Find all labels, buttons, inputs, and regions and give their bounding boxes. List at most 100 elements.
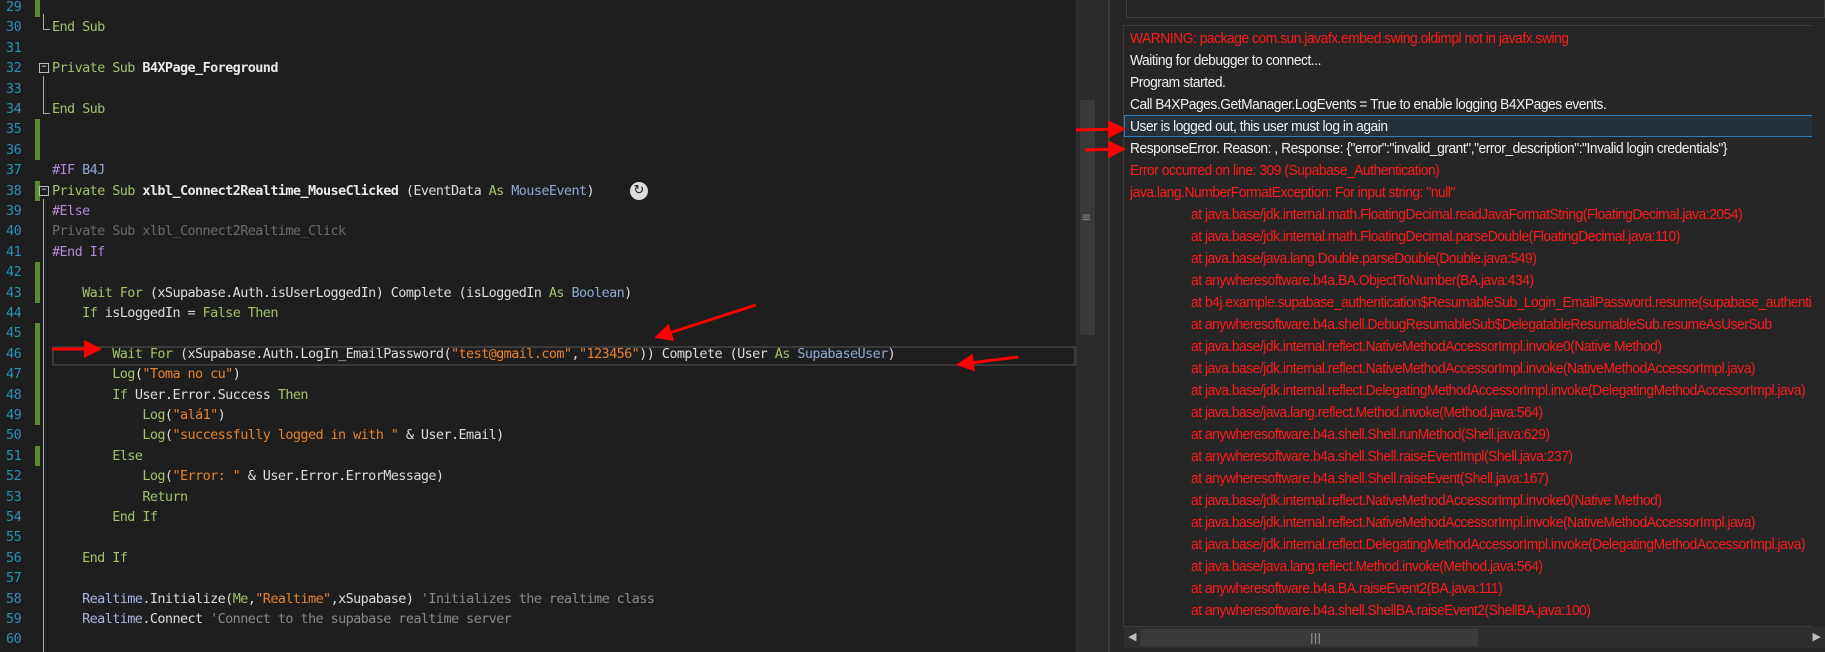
code-text: Realtime.Initialize(Me,"Realtime",xSupab… <box>52 589 1072 609</box>
code-token: #End If <box>52 243 105 260</box>
code-token: Then <box>277 386 309 403</box>
code-line[interactable]: 44 If isLoggedIn = False Then <box>0 303 410 323</box>
code-token: As <box>488 182 512 199</box>
code-token: ) <box>586 182 595 199</box>
code-line[interactable]: 50 Log("successfully logged in with " & … <box>0 425 504 445</box>
line-number: 40 <box>6 223 22 240</box>
log-vertical-scrollbar[interactable] <box>1812 25 1825 627</box>
log-line[interactable]: WARNING: package com.sun.javafx.embed.sw… <box>1130 28 1569 50</box>
code-line[interactable]: 32 − Private Sub B4XPage_Foreground <box>0 58 410 78</box>
code-line[interactable]: 52 Log("Error: " & User.Error.ErrorMessa… <box>0 466 444 486</box>
code-line[interactable]: 47 Log("Toma no cu") <box>0 364 410 385</box>
code-line[interactable]: 40 Private Sub xlbl_Connect2Realtime_Clic… <box>0 221 410 241</box>
code-text: If User.Error.Success Then <box>52 385 1072 405</box>
log-line[interactable]: ResponseError. Reason: , Response: {"err… <box>1130 138 1728 160</box>
code-line[interactable]: 33 <box>0 79 410 99</box>
code-line[interactable]: 30 End Sub <box>0 17 410 37</box>
log-line[interactable]: at java.base/jdk.internal.reflect.Native… <box>1191 358 1756 380</box>
line-number: 55 <box>6 529 22 546</box>
code-line[interactable]: 48 If User.Error.Success Then <box>0 384 410 405</box>
log-line[interactable]: at java.base/java.lang.Double.parseDoubl… <box>1191 248 1537 270</box>
code-line[interactable]: 34 End Sub <box>0 99 410 119</box>
code-token: (xSupabase.Auth.isUserLoggedIn) Complete… <box>149 284 549 301</box>
log-line[interactable]: at java.base/jdk.internal.reflect.Delega… <box>1191 380 1806 402</box>
log-line[interactable]: Program started. <box>1130 72 1226 94</box>
collapse-icon[interactable]: − <box>39 63 49 74</box>
log-line[interactable]: at java.base/jdk.internal.reflect.Delega… <box>1191 534 1806 556</box>
log-line[interactable]: at anywheresoftware.b4a.shell.Shell.rais… <box>1191 468 1549 490</box>
log-line[interactable]: at anywheresoftware.b4a.shell.ShellBA.ra… <box>1191 600 1591 622</box>
code-token: )) Complete (User <box>639 345 775 362</box>
code-token: End If <box>52 549 128 566</box>
log-line[interactable]: at java.base/java.lang.reflect.Method.in… <box>1191 402 1543 424</box>
code-line[interactable]: 55 <box>0 527 410 547</box>
code-text: Private Sub xlbl_Connect2Realtime_MouseC… <box>52 181 1072 201</box>
scrollbar-thumb[interactable]: ||| <box>1140 629 1478 646</box>
log-line-selected[interactable]: User is logged out, this user must log i… <box>1130 116 1388 138</box>
code-line[interactable]: 59 Realtime.Connect 'Connect to the supa… <box>0 609 512 629</box>
code-token: Return <box>52 488 188 505</box>
code-line[interactable]: 35 <box>0 119 410 140</box>
log-line[interactable]: at java.base/jdk.internal.reflect.Native… <box>1191 336 1662 358</box>
code-line[interactable]: 38 − Private Sub xlbl_Connect2Realtime_Mou… <box>0 180 595 201</box>
line-number: 50 <box>6 427 22 444</box>
code-line[interactable]: 37 #IF B4J <box>0 160 410 180</box>
log-line[interactable]: at java.base/jdk.internal.reflect.Native… <box>1191 490 1662 512</box>
code-line[interactable]: 53 Return <box>0 487 410 507</box>
log-line[interactable]: java.lang.NumberFormatException: For inp… <box>1130 182 1455 204</box>
log-list[interactable]: WARNING: package com.sun.javafx.embed.sw… <box>1123 25 1825 627</box>
code-line[interactable]: 49 Log("alá1") <box>0 405 410 426</box>
line-number: 49 <box>6 407 22 423</box>
code-token: (EventData <box>398 182 489 199</box>
log-line[interactable]: Waiting for debugger to connect... <box>1130 50 1321 72</box>
code-token: End If <box>52 509 158 525</box>
code-token: Wait For <box>52 345 180 362</box>
code-line[interactable]: 57 <box>0 568 410 588</box>
code-line[interactable]: 45 <box>0 323 410 344</box>
code-line[interactable]: 46 Wait For (xSupabase.Auth.LogIn_EmailP… <box>0 343 896 365</box>
code-line[interactable]: 54 End If <box>0 507 410 527</box>
log-line[interactable]: at anywheresoftware.b4a.BA.ObjectToNumbe… <box>1191 270 1534 292</box>
log-line[interactable]: at anywheresoftware.b4a.shell.DebugResum… <box>1191 314 1772 336</box>
log-line[interactable]: at java.base/jdk.internal.reflect.Native… <box>1191 512 1756 534</box>
code-text: Private Sub B4XPage_Foreground <box>52 58 1072 78</box>
code-line[interactable]: 39 #Else <box>0 201 410 221</box>
log-line[interactable]: at anywheresoftware.b4a.BA.raiseEvent2(B… <box>1191 578 1503 600</box>
log-line[interactable]: Call B4XPages.GetManager.LogEvents = Tru… <box>1130 94 1607 116</box>
code-token: Me <box>232 590 249 607</box>
code-line[interactable]: 58 Realtime.Initialize(Me,"Realtime",xSu… <box>0 589 655 609</box>
code-line[interactable]: 56 End If <box>0 548 410 568</box>
code-token: B4J <box>82 162 105 179</box>
code-line[interactable]: 31 <box>0 38 410 58</box>
log-line[interactable]: at b4j.example.supabase_authentication$R… <box>1191 292 1825 314</box>
log-line[interactable]: at anywheresoftware.b4a.shell.Shell.rais… <box>1191 446 1573 468</box>
code-token: Private Sub <box>52 182 143 199</box>
code-line[interactable]: 51 Else <box>0 445 410 467</box>
scroll-right-icon[interactable]: ▶ <box>1813 630 1821 643</box>
code-line[interactable]: 60 <box>0 629 410 649</box>
code-text: Realtime.Connect 'Connect to the supabas… <box>52 609 1072 629</box>
collapse-icon[interactable]: − <box>39 185 49 196</box>
log-line[interactable]: at java.base/jdk.internal.math.FloatingD… <box>1191 204 1743 226</box>
code-line[interactable]: 36 <box>0 139 410 161</box>
code-token: .Initialize( <box>142 590 233 607</box>
code-editor[interactable]: 29 30 End Sub 31 32− Private Sub B4XPage_Fore… <box>0 0 1076 652</box>
log-horizontal-scrollbar[interactable]: ◀ ||| ▶ <box>1124 627 1825 648</box>
code-token: ) <box>624 284 632 301</box>
code-line[interactable]: 41 #End If <box>0 242 410 262</box>
code-text: End Sub <box>52 17 1072 37</box>
code-line[interactable]: 29 <box>0 0 410 18</box>
editor-vertical-scrollbar[interactable]: ≡ <box>1076 0 1108 652</box>
code-token: & User.Email) <box>398 427 504 444</box>
breakpoint-refresh-icon[interactable]: ↻ <box>630 182 648 200</box>
log-line[interactable]: at anywheresoftware.b4a.shell.Shell.runM… <box>1191 424 1550 446</box>
code-token: isLoggedIn = <box>104 305 203 321</box>
line-number: 53 <box>6 488 22 505</box>
scroll-left-icon[interactable]: ◀ <box>1128 630 1136 643</box>
line-number: 54 <box>6 509 22 525</box>
log-line[interactable]: Error occurred on line: 309 (Supabase_Au… <box>1130 160 1440 182</box>
log-line[interactable]: at java.base/jdk.internal.math.FloatingD… <box>1191 226 1680 248</box>
code-line[interactable]: 42 <box>0 262 410 283</box>
log-line[interactable]: at java.base/java.lang.reflect.Method.in… <box>1191 556 1543 578</box>
code-line[interactable]: 43 Wait For (xSupabase.Auth.isUserLogged… <box>0 282 632 303</box>
